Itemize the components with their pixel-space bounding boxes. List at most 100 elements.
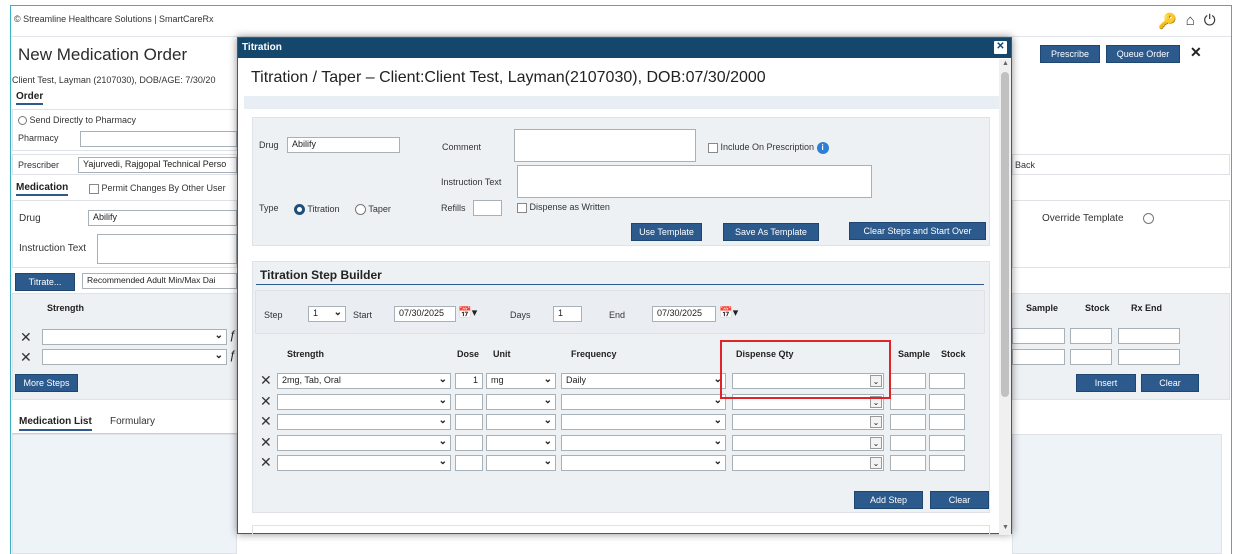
remove-step-icon[interactable]: ✕ [260,434,272,451]
step-dose-input[interactable] [455,394,483,410]
remove-row-icon[interactable]: ✕ [20,329,32,346]
send-pharmacy-radio[interactable] [18,116,27,126]
step-unit-select[interactable]: ⌄ [486,414,556,430]
clear-steps-button[interactable]: Clear Steps and Start Over [849,222,986,240]
more-steps-button[interactable]: More Steps [15,374,78,392]
prescribe-button[interactable]: Prescribe [1040,45,1100,63]
modal-drug-input[interactable]: Abilify [287,137,400,153]
power-icon[interactable]: ⏻ [1204,12,1216,30]
step-sample-input[interactable] [890,435,926,451]
clear-steps-grid-button[interactable]: Clear [930,491,989,509]
step-strength-select[interactable]: 2mg, Tab, Oral ⌄ [277,373,451,389]
stock-input[interactable] [1070,349,1112,365]
remove-row-icon[interactable]: ✕ [20,349,32,366]
titration-radio[interactable] [294,204,305,216]
titration-option[interactable]: Titration [294,204,340,216]
add-step-button[interactable]: Add Step [854,491,923,509]
scroll-up-icon[interactable]: ▲ [1002,60,1009,67]
dispense-qty-select[interactable]: ⌄ [732,435,884,451]
step-dose-input[interactable]: 1 [455,373,483,389]
comment-input[interactable] [514,129,696,162]
step-strength-select[interactable]: ⌄ [277,414,451,430]
instruction-input[interactable] [97,234,237,264]
step-dose-input[interactable] [455,414,483,430]
step-sample-input[interactable] [890,394,926,410]
step-stock-input[interactable] [929,373,965,389]
dispense-qty-select[interactable]: ⌄ [732,414,884,430]
taper-option[interactable]: Taper [355,204,391,216]
prescriber-value[interactable]: Yajurvedi, Rajgopal Technical Perso [78,157,237,173]
permit-changes-option[interactable]: Permit Changes By Other User [89,183,226,194]
step-stock-input[interactable] [929,435,965,451]
pharmacy-input[interactable] [80,131,237,147]
save-template-button[interactable]: Save As Template [723,223,819,241]
back-link[interactable]: Back [1015,160,1035,170]
send-pharmacy-option[interactable]: Send Directly to Pharmacy [18,115,136,126]
step-frequency-select[interactable]: ⌄ [561,455,726,471]
step-unit-select[interactable]: ⌄ [486,455,556,471]
strength-select[interactable]: ⌄ [42,349,227,365]
step-unit-select[interactable]: ⌄ [486,435,556,451]
clear-button[interactable]: Clear [1141,374,1199,392]
remove-step-icon[interactable]: ✕ [260,413,272,430]
step-unit-select[interactable]: ⌄ [486,394,556,410]
tab-formulary[interactable]: Formulary [110,416,155,427]
step-stock-input[interactable] [929,414,965,430]
step-stock-input[interactable] [929,455,965,471]
step-frequency-select[interactable]: Daily ⌄ [561,373,726,389]
dropdown-arrow-icon[interactable]: ⌄ [870,416,882,428]
step-frequency-select[interactable]: ⌄ [561,435,726,451]
sample-input[interactable] [1012,349,1065,365]
calendar-icon[interactable]: 📅▾ [719,306,738,319]
scrollbar-thumb[interactable] [1001,72,1009,397]
dropdown-arrow-icon[interactable]: ⌄ [870,437,882,449]
remove-step-icon[interactable]: ✕ [260,393,272,410]
drug-input[interactable]: Abilify [88,210,237,226]
tab-order[interactable]: Order [16,91,44,105]
insert-button[interactable]: Insert [1076,374,1136,392]
step-sample-input[interactable] [890,455,926,471]
step-unit-select[interactable]: mg ⌄ [486,373,556,389]
close-icon[interactable]: ✕ [994,41,1007,54]
rx-end-input[interactable] [1118,328,1180,344]
step-frequency-select[interactable]: ⌄ [561,394,726,410]
remove-step-icon[interactable]: ✕ [260,454,272,471]
permit-changes-checkbox[interactable] [89,183,99,194]
stock-input[interactable] [1070,328,1112,344]
end-date-input[interactable]: 07/30/2025 [652,306,716,322]
step-strength-select[interactable]: ⌄ [277,394,451,410]
tab-medication[interactable]: Medication [16,182,69,196]
step-strength-select[interactable]: ⌄ [277,435,451,451]
include-rx-option[interactable]: Include On Prescription i [708,142,829,154]
modal-instruction-input[interactable] [517,165,872,198]
step-sample-input[interactable] [890,373,926,389]
sample-input[interactable] [1012,328,1065,344]
step-dose-input[interactable] [455,455,483,471]
step-dose-input[interactable] [455,435,483,451]
include-rx-checkbox[interactable] [708,142,718,153]
refills-input[interactable] [473,200,502,216]
daw-checkbox[interactable] [517,202,527,213]
dispense-qty-select[interactable]: ⌄ [732,455,884,471]
scroll-down-icon[interactable]: ▼ [1002,524,1009,531]
strength-select[interactable]: ⌄ [42,329,227,345]
calendar-icon[interactable]: 📅▾ [458,306,477,319]
rx-end-input[interactable] [1118,349,1180,365]
use-template-button[interactable]: Use Template [631,223,702,241]
start-date-input[interactable]: 07/30/2025 [394,306,456,322]
step-frequency-select[interactable]: ⌄ [561,414,726,430]
key-icon[interactable]: 🔑 [1158,12,1177,30]
titrate-button[interactable]: Titrate... [15,273,75,291]
step-stock-input[interactable] [929,394,965,410]
home-icon[interactable]: ⌂ [1186,12,1195,30]
tab-medication-list[interactable]: Medication List [19,416,92,431]
step-select[interactable]: 1 ⌄ [308,306,346,322]
info-icon[interactable]: i [816,142,829,154]
remove-step-icon[interactable]: ✕ [260,372,272,389]
close-page-icon[interactable]: ✕ [1190,44,1202,61]
queue-order-button[interactable]: Queue Order [1106,45,1180,63]
dropdown-arrow-icon[interactable]: ⌄ [870,457,882,469]
daw-option[interactable]: Dispense as Written [517,202,610,213]
step-sample-input[interactable] [890,414,926,430]
days-input[interactable]: 1 [553,306,582,322]
